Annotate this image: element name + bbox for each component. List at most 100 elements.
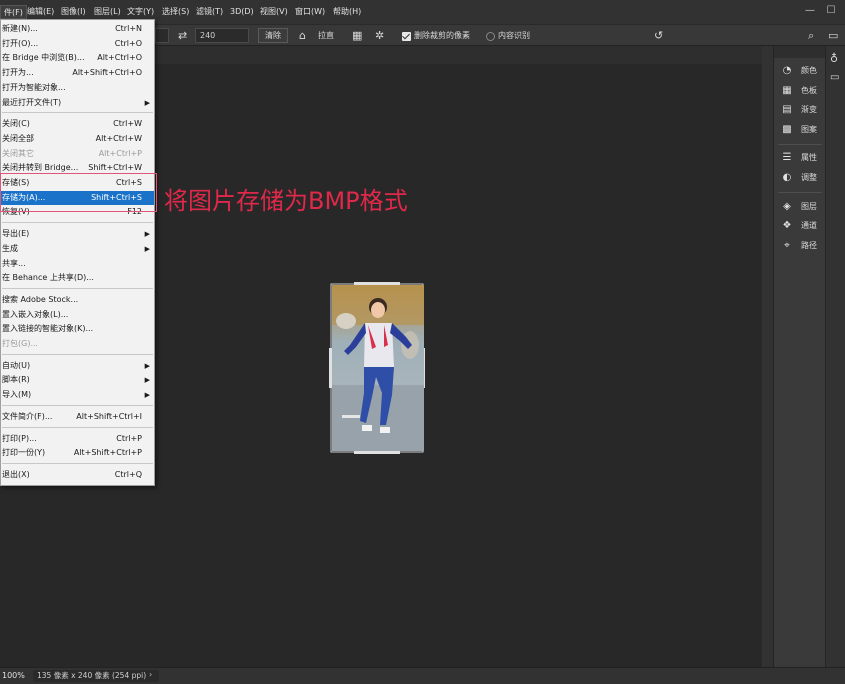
panel-channels[interactable]: ❖ 通道 — [780, 218, 824, 234]
panel-properties[interactable]: ☰ 属性 — [780, 150, 824, 166]
minimize-button[interactable]: — — [803, 4, 817, 18]
panel-gradient-label: 渐变 — [801, 105, 817, 114]
clear-button[interactable]: 清除 — [258, 28, 288, 43]
menu-item-label: 退出(X) — [2, 469, 30, 479]
menu-type[interactable]: 文字(Y) — [124, 5, 157, 19]
file-menu-item[interactable]: 打开为智能对象... — [1, 81, 154, 95]
panel-patterns[interactable]: ▩ 图案 — [780, 122, 824, 138]
search-icon[interactable]: ⌕ — [808, 29, 814, 43]
file-menu-item[interactable]: 打印一份(Y) Alt+Shift+Ctrl+P — [1, 446, 154, 460]
file-menu-item[interactable]: 新建(N)... Ctrl+N — [1, 22, 154, 36]
panel-layers[interactable]: ◈ 图层 — [780, 199, 824, 215]
swap-icon[interactable]: ⇄ — [178, 29, 187, 43]
menu-select[interactable]: 选择(S) — [159, 5, 192, 19]
menu-edit[interactable]: 编辑(E) — [24, 5, 57, 19]
width-field[interactable] — [155, 28, 169, 43]
menu-separator — [2, 112, 153, 114]
panel-swatches[interactable]: ▦ 色板 — [780, 83, 824, 99]
file-menu-item[interactable]: 脚本(R) ▶ — [1, 373, 154, 387]
menu-item-label: 新建(N)... — [2, 24, 38, 33]
file-menu-item[interactable]: 共享... — [1, 257, 154, 271]
maximize-button[interactable]: ☐ — [824, 4, 838, 18]
submenu-arrow-icon: ▶ — [144, 376, 150, 385]
file-menu-item[interactable]: 导入(M) ▶ — [1, 388, 154, 402]
file-menu-item[interactable]: 置入嵌入对象(L)... — [1, 308, 154, 322]
panel-layers-label: 图层 — [801, 202, 817, 211]
menu-item-label: 打开为... — [2, 68, 34, 78]
lightbulb-icon[interactable]: ♁ — [830, 52, 838, 65]
document-info: 135 像素 x 240 像素 (254 ppi) — [33, 670, 159, 682]
file-menu-item[interactable]: 最近打开文件(T) ▶ — [1, 96, 154, 110]
file-menu-item: 关闭其它 Alt+Ctrl+P — [1, 147, 154, 161]
menu-item-label: 脚本(R) — [2, 375, 30, 385]
file-menu-item[interactable]: 退出(X) Ctrl+Q — [1, 468, 154, 482]
file-menu-item[interactable]: 打印(P)... Ctrl+P — [1, 432, 154, 446]
menu-layer[interactable]: 图层(L) — [91, 5, 124, 19]
file-menu-item[interactable]: 打开(O)... Ctrl+O — [1, 37, 154, 51]
menu-separator — [2, 462, 153, 464]
menu-file[interactable]: 件(F) — [0, 5, 27, 19]
gear-icon[interactable]: ✲ — [375, 29, 384, 43]
file-menu-item[interactable]: 搜索 Adobe Stock... — [1, 293, 154, 307]
file-menu-item[interactable]: 自动(U) ▶ — [1, 359, 154, 373]
menu-item-label: 打包(G)... — [2, 339, 39, 348]
panel-paths[interactable]: ⌖ 路径 — [780, 238, 824, 254]
workspace-icon[interactable]: ▭ — [828, 29, 838, 43]
file-menu-item[interactable]: 在 Bridge 中浏览(B)... Alt+Ctrl+O — [1, 51, 154, 65]
menu-item-label: 共享... — [2, 258, 26, 268]
menu-help[interactable]: 帮助(H) — [330, 5, 364, 19]
file-menu-item[interactable]: 置入链接的智能对象(K)... — [1, 322, 154, 336]
file-menu-item[interactable]: 关闭全部 Alt+Ctrl+W — [1, 132, 154, 146]
submenu-arrow-icon: ▶ — [144, 230, 150, 239]
menu-item-shortcut: Alt+Shift+Ctrl+I — [76, 411, 142, 421]
delete-cropped-checkbox[interactable] — [402, 32, 411, 41]
file-menu-item[interactable]: 在 Behance 上共享(D)... — [1, 271, 154, 285]
menu-3d[interactable]: 3D(D) — [227, 5, 257, 19]
menu-item-label: 关闭其它 — [2, 148, 34, 158]
annotation-highlight-box — [0, 173, 157, 212]
status-menu-arrow[interactable]: › — [149, 670, 152, 679]
submenu-arrow-icon: ▶ — [144, 361, 150, 370]
menu-item-label: 在 Behance 上共享(D)... — [2, 273, 94, 283]
annotation-text: 将图片存储为BMP格式 — [164, 187, 408, 215]
panel-adjustments-label: 调整 — [801, 173, 817, 182]
menu-item-label: 打印(P)... — [2, 433, 37, 443]
paths-icon: ⌖ — [784, 240, 790, 251]
menu-item-shortcut: Ctrl+Q — [114, 469, 142, 479]
zoom-level[interactable]: 100% — [2, 671, 25, 681]
menu-item-shortcut: Ctrl+N — [115, 24, 142, 33]
grid-overlay-icon[interactable]: ▦ — [352, 29, 362, 43]
menu-item-label: 搜索 Adobe Stock... — [2, 294, 79, 304]
menu-item-shortcut: Alt+Ctrl+P — [98, 148, 142, 158]
panel-adjustments[interactable]: ◐ 调整 — [780, 170, 824, 186]
menu-item-label: 生成 — [2, 243, 18, 253]
menu-item-label: 导出(E) — [2, 229, 30, 239]
menu-item-label: 关闭全部 — [2, 133, 34, 143]
file-menu-item[interactable]: 打开为... Alt+Shift+Ctrl+O — [1, 66, 154, 80]
swatches-icon: ▦ — [782, 85, 792, 96]
straighten-label[interactable]: 拉直 — [318, 30, 334, 42]
menu-filter[interactable]: 滤镜(T) — [193, 5, 226, 19]
libraries-icon[interactable]: ▭ — [830, 72, 839, 83]
menu-item-shortcut: Ctrl+O — [114, 38, 142, 48]
delete-cropped-label: 删除裁剪的像素 — [414, 31, 470, 40]
file-menu-item[interactable]: 文件简介(F)... Alt+Shift+Ctrl+I — [1, 410, 154, 424]
content-aware-checkbox[interactable] — [486, 32, 495, 41]
straighten-icon[interactable]: ⌂ — [299, 29, 306, 43]
file-menu-item[interactable]: 生成 ▶ — [1, 242, 154, 256]
panel-color[interactable]: ◔ 颜色 — [780, 63, 824, 79]
reset-icon[interactable]: ↺ — [654, 29, 663, 43]
menu-window[interactable]: 窗口(W) — [292, 5, 328, 19]
menu-item-label: 最近打开文件(T) — [2, 97, 62, 107]
menu-image[interactable]: 图像(I) — [58, 5, 89, 19]
panel-dock-header[interactable] — [774, 46, 826, 58]
file-menu-item[interactable]: 关闭(C) Ctrl+W — [1, 117, 154, 131]
panel-gradient[interactable]: ▤ 渐变 — [780, 102, 824, 118]
panel-paths-label: 路径 — [801, 241, 817, 250]
menu-item-shortcut: Alt+Ctrl+O — [97, 53, 142, 63]
height-field[interactable]: 240 — [195, 28, 249, 43]
menu-item-label: 打印一份(Y) — [2, 448, 46, 458]
menu-item-label: 打开(O)... — [2, 38, 39, 48]
file-menu-item[interactable]: 导出(E) ▶ — [1, 227, 154, 241]
menu-view[interactable]: 视图(V) — [257, 5, 291, 19]
